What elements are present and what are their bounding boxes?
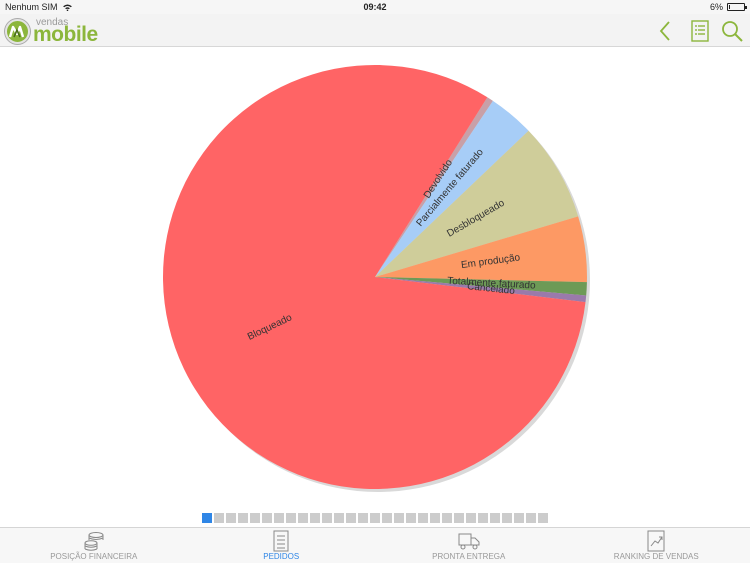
tab-label: PRONTA ENTREGA: [432, 552, 506, 561]
page-dot[interactable]: [274, 513, 284, 523]
chevron-left-icon: [659, 21, 670, 41]
page-dot[interactable]: [430, 513, 440, 523]
page-dot[interactable]: [310, 513, 320, 523]
logo-text: vendas mobile: [33, 17, 113, 46]
search-button[interactable]: [720, 19, 744, 43]
page-dot[interactable]: [370, 513, 380, 523]
page-dot[interactable]: [358, 513, 368, 523]
page-dot[interactable]: [418, 513, 428, 523]
battery-status: 6%: [709, 0, 747, 14]
nav-bar: vendas mobile: [0, 14, 750, 47]
page-dot[interactable]: [250, 513, 260, 523]
tab-label: RANKING DE VENDAS: [613, 552, 699, 561]
logo-mark-icon: [5, 18, 30, 44]
page-dot[interactable]: [406, 513, 416, 523]
search-icon: [722, 21, 743, 42]
page-dot[interactable]: [490, 513, 500, 523]
page-dot[interactable]: [322, 513, 332, 523]
battery-percent: 6%: [709, 2, 723, 12]
tab-label: POSIÇÃO FINANCEIRA: [50, 552, 138, 561]
battery-icon: [727, 3, 747, 11]
back-button[interactable]: [654, 19, 678, 43]
page-dot[interactable]: [214, 513, 224, 523]
app-logo: vendas mobile: [5, 17, 113, 46]
page-dot[interactable]: [238, 513, 248, 523]
tab-pronta-entrega[interactable]: PRONTA ENTREGA: [375, 528, 563, 563]
page-dot[interactable]: [502, 513, 512, 523]
page-dot[interactable]: [382, 513, 392, 523]
status-pie-chart: DevolvidoParcialmente faturadoDesbloquea…: [163, 64, 590, 492]
page-dot[interactable]: [334, 513, 344, 523]
status-bar: Nenhum SIM 09:42 6%: [0, 0, 750, 14]
logo-text-big: mobile: [33, 23, 98, 46]
truck-icon: [458, 533, 480, 550]
page-dot[interactable]: [526, 513, 536, 523]
page-dot[interactable]: [262, 513, 272, 523]
page-dot[interactable]: [394, 513, 404, 523]
page-dot[interactable]: [346, 513, 356, 523]
document-list-icon: [691, 20, 709, 42]
document-list-icon: [273, 530, 289, 552]
page-dot[interactable]: [286, 513, 296, 523]
page-dot[interactable]: [514, 513, 524, 523]
coins-icon: [84, 532, 104, 551]
tab-pedidos[interactable]: PEDIDOS: [188, 528, 376, 563]
page-dot[interactable]: [226, 513, 236, 523]
page-dot[interactable]: [466, 513, 476, 523]
page-dot[interactable]: [454, 513, 464, 523]
page-dot[interactable]: [202, 513, 212, 523]
page-dot[interactable]: [442, 513, 452, 523]
page-dot[interactable]: [478, 513, 488, 523]
list-button[interactable]: [688, 19, 712, 43]
clock: 09:42: [363, 2, 387, 12]
tab-posicao-financeira[interactable]: POSIÇÃO FINANCEIRA: [0, 528, 188, 563]
chart-document-icon: [647, 530, 665, 552]
tab-ranking-de-vendas[interactable]: RANKING DE VENDAS: [563, 528, 750, 563]
tab-bar: POSIÇÃO FINANCEIRA PEDIDOS PRONTA ENTREG…: [0, 527, 750, 563]
page-dot[interactable]: [298, 513, 308, 523]
page-dot[interactable]: [538, 513, 548, 523]
tab-label: PEDIDOS: [263, 552, 300, 561]
page-indicator: [0, 513, 750, 523]
